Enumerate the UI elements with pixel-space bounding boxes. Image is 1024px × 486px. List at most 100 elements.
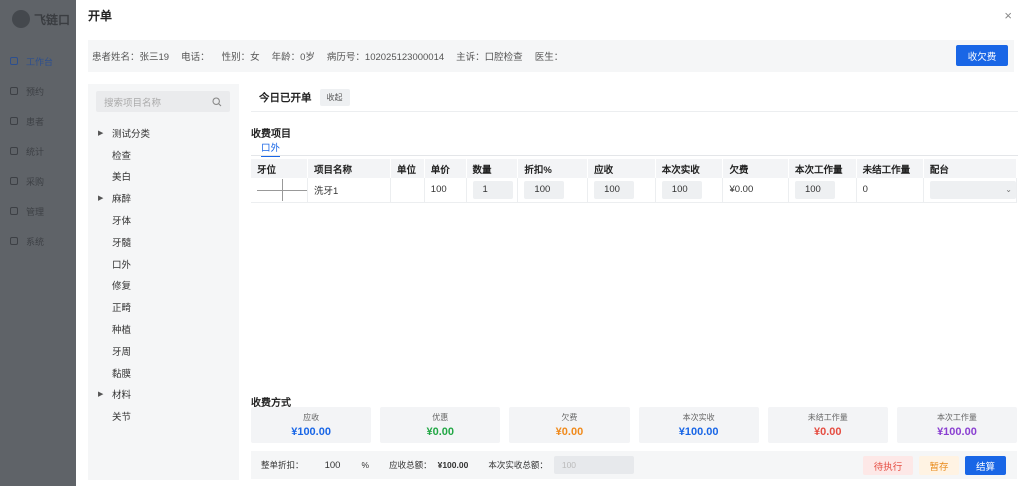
category-item[interactable]: 检查 [96,144,236,166]
nav-icon [10,177,18,185]
actual-total-input[interactable]: 100 [553,456,634,474]
discount-input[interactable]: 100 [310,460,356,471]
close-icon[interactable]: × [1004,8,1012,23]
patient-name: 患者姓名：张三19 [92,52,170,63]
bg-nav-item: 系统 [10,226,76,256]
save-draft-button[interactable]: 暂存 [919,456,959,475]
category-item[interactable]: 口外 [96,253,236,275]
payment-card-label: 优惠 [432,413,449,422]
divider [251,111,1018,112]
table-body: 洗牙1 100 1 100 100 100 ¥0.00 100 0 ⌄ [251,178,1018,203]
actual-group: 本次实收总额： 100 [488,456,634,474]
payment-card-value: ¥100.00 [937,426,977,438]
nav-icon [10,147,18,155]
category-item[interactable]: ▶ 麻醉 [96,187,236,209]
payment-card: 本次实收 ¥100.00 [638,407,759,443]
background-nav: 工作台预约患者统计采购 管理 系统 [10,46,76,256]
payment-card-label: 应收 [303,413,320,422]
payment-card: 优惠 ¥0.00 [380,407,501,443]
column-header: 应收 [587,159,656,178]
actual-received-input[interactable]: 100 [661,180,702,199]
bg-nav-item: 患者 [10,106,76,136]
category-item[interactable]: 牙体 [96,209,236,231]
total-group: 应收总额： ¥100.00 [389,459,468,471]
table-header-row: 牙位 项目名称 单位 单价 数量 折扣% 应收 本次实收 欠费 本次工作量 未结工作量 配台 [251,159,1018,178]
payment-card-label: 本次实收 [682,413,715,422]
nav-icon [10,57,18,65]
caret-right-icon[interactable]: ▶ [96,390,112,398]
category-item[interactable]: 正畸 [96,296,236,318]
payment-card-value: ¥0.00 [814,426,842,438]
bg-nav-item: 工作台 [10,46,76,76]
payment-card: 未结工作量 ¥0.00 [767,407,888,443]
category-item[interactable]: 黏膜 [96,362,236,384]
column-header: 本次工作量 [788,159,857,178]
actual-total-label: 本次实收总额： [488,460,548,470]
category-item[interactable]: ▶ 材料 [96,384,236,406]
nav-label: 统计 [26,146,45,157]
category-item[interactable]: 牙髓 [96,231,236,253]
settle-button[interactable]: 结算 [965,456,1006,475]
logo-icon [12,10,30,28]
modal-title: 开单 [88,8,113,23]
collapse-button[interactable]: 收起 [319,89,350,106]
tooth-position-grid[interactable] [257,178,307,201]
category-item[interactable]: ▶ 测试分类 [96,122,236,144]
price-cell: 100 [424,178,467,203]
actual-received-input-cell: 100 [655,178,724,203]
payment-summary-cards: 应收 ¥100.00 优惠 ¥0.00 欠费 ¥0.00 本次实收 ¥100.00 未结工作量 ¥… [251,407,1018,443]
patient-age: 年龄：0岁 [271,52,315,63]
logo-text: 飞链口 [34,12,71,27]
payment-card-value: ¥100.00 [291,426,331,438]
column-header: 数量 [466,159,519,178]
category-label: 修复 [112,281,132,293]
column-header: 单位 [390,159,425,178]
category-label: 牙髓 [112,237,132,249]
tab-active[interactable]: 口外 [261,140,281,157]
bg-nav-item: 采购 [10,166,76,196]
category-label: 关节 [112,412,132,424]
assist-select[interactable]: ⌄ [929,180,1016,199]
caret-right-icon[interactable]: ▶ [96,129,112,137]
bg-nav-item: 管理 [10,196,76,226]
fee-tabs: 口外 [251,140,1018,157]
unsettled-workload-cell[interactable]: 0 [856,178,924,203]
nav-icon [10,117,18,125]
category-item[interactable]: 种植 [96,318,236,340]
discount-rate-input[interactable]: 100 [524,180,565,199]
bg-nav-item: 预约 [10,76,76,106]
category-item[interactable]: 修复 [96,275,236,297]
column-header: 本次实收 [655,159,724,178]
tooth-cell[interactable] [251,178,308,203]
category-item[interactable]: 关节 [96,405,236,427]
payment-card-value: ¥100.00 [678,426,719,438]
nav-label: 工作台 [26,56,54,67]
billing-modal: 开单 × 患者姓名：张三19 电话： 性别：女 年龄：0岁 病历号：102025… [76,0,1024,486]
category-label: 测试分类 [112,128,151,140]
today-orders-label: 今日已开单 [259,92,312,104]
category-item[interactable]: 牙周 [96,340,236,362]
receivable-input-cell: 100 [587,178,656,203]
payment-card: 欠费 ¥0.00 [509,407,630,443]
receivable-input[interactable]: 100 [594,180,635,199]
patient-gender: 性别：女 [221,52,260,63]
category-label: 牙周 [112,346,132,358]
item-name-cell: 洗牙1 [307,178,392,203]
unit-cell [390,178,425,203]
table-row: 洗牙1 100 1 100 100 100 ¥0.00 100 0 ⌄ [251,178,1018,203]
nav-label: 患者 [26,116,45,127]
category-label: 牙体 [112,216,132,228]
bg-nav-item: 统计 [10,136,76,166]
category-item[interactable]: 美白 [96,166,236,188]
search-input[interactable]: 搜索项目名称 [96,91,230,112]
patient-record-no: 病历号：102025123000014 [326,52,445,63]
workload-input[interactable]: 100 [794,180,835,199]
total-value: ¥100.00 [437,460,469,470]
caret-right-icon[interactable]: ▶ [96,194,112,202]
category-label: 麻醉 [112,194,132,206]
pending-button[interactable]: 待执行 [863,456,913,475]
quantity-input[interactable]: 1 [472,180,513,199]
payment-card-label: 欠费 [561,413,578,422]
payment-card-label: 未结工作量 [807,413,848,422]
collect-arrears-button[interactable]: 收欠费 [956,45,1008,66]
